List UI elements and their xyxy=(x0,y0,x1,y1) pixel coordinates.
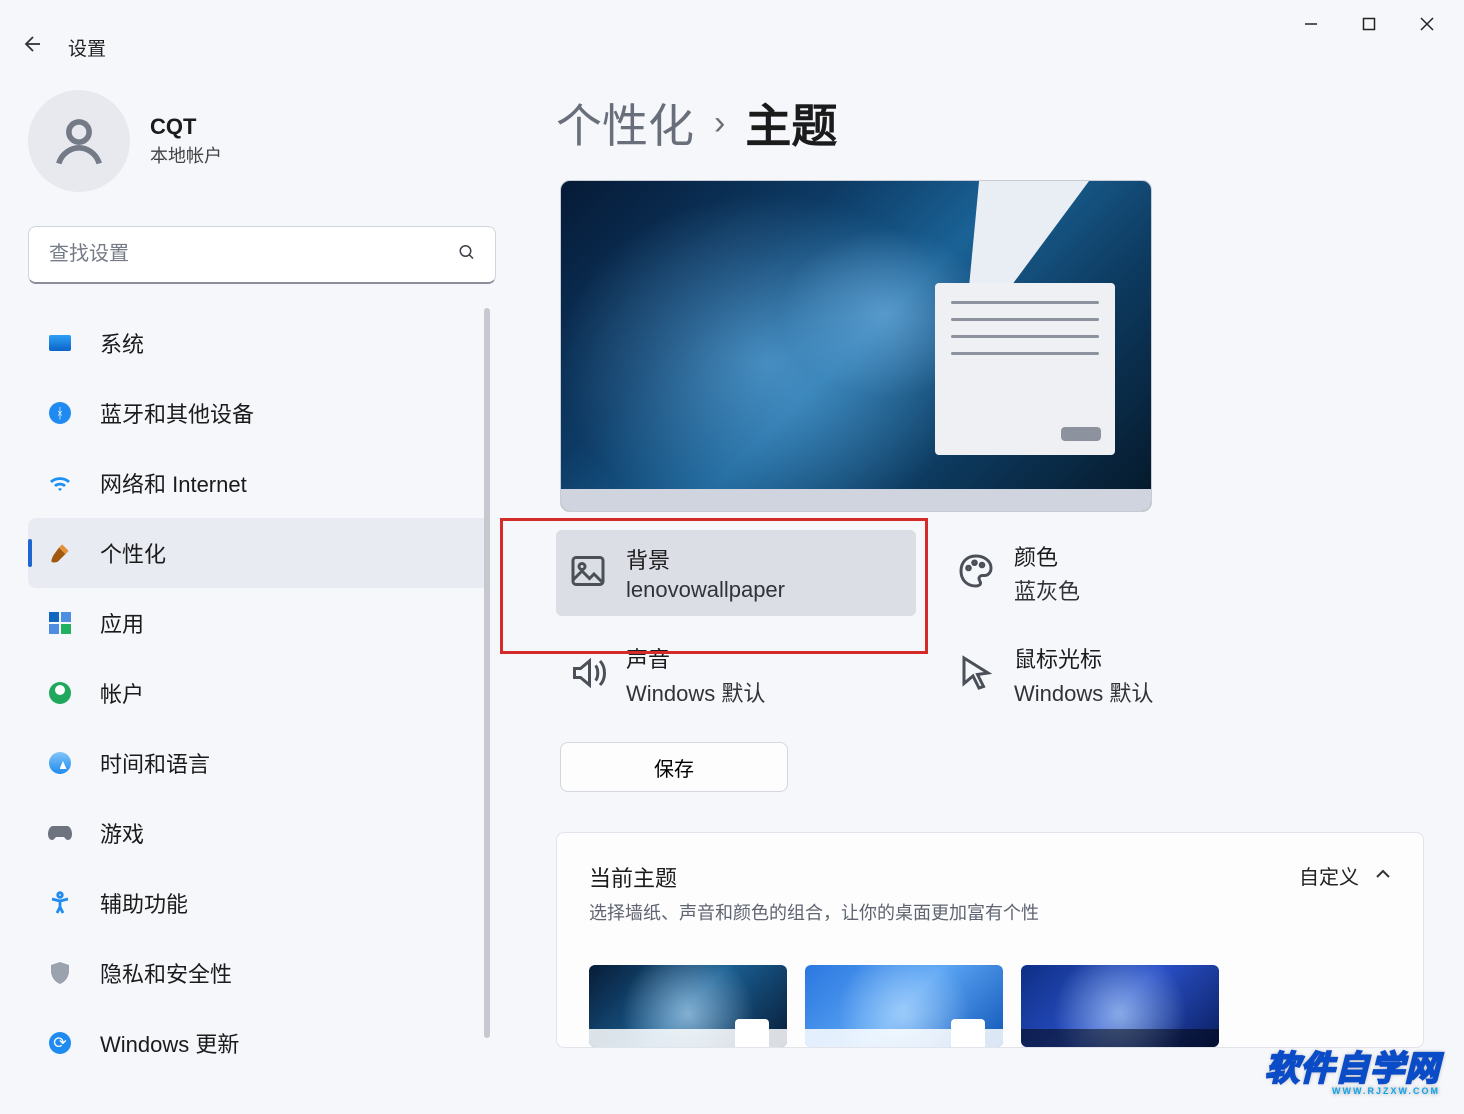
account-icon xyxy=(49,682,71,704)
apps-icon xyxy=(49,612,71,634)
header: 设置 xyxy=(0,30,1464,64)
nav-network[interactable]: 网络和 Internet xyxy=(28,448,490,518)
sidebar: CQT 本地帐户 系统 ᚼ蓝牙和其他设备 网络和 Internet 个性化 应用… xyxy=(0,90,520,1068)
theme-thumb-3[interactable] xyxy=(1021,965,1219,1047)
sync-icon: ⟳ xyxy=(49,1032,71,1054)
theme-thumb-1[interactable] xyxy=(589,965,787,1047)
chevron-up-icon xyxy=(1375,867,1391,885)
app-title: 设置 xyxy=(68,34,106,61)
preview-window-mock xyxy=(935,283,1115,455)
current-theme-card: 当前主题 选择墙纸、声音和颜色的组合，让你的桌面更加富有个性 自定义 xyxy=(556,832,1424,1048)
nav-personalization[interactable]: 个性化 xyxy=(28,518,490,588)
palette-icon xyxy=(958,553,994,594)
accessibility-icon xyxy=(46,889,74,917)
theme-option-cursor[interactable]: 鼠标光标 Windows 默认 xyxy=(944,632,1304,718)
breadcrumb-parent[interactable]: 个性化 xyxy=(556,90,694,156)
globe-clock-icon xyxy=(49,752,71,774)
speaker-icon xyxy=(570,655,606,696)
minimize-button[interactable] xyxy=(1282,8,1340,40)
nav-time-language[interactable]: 时间和语言 xyxy=(28,728,490,798)
theme-preview xyxy=(560,180,1152,512)
search-icon xyxy=(458,244,476,267)
tile-title: 鼠标光标 xyxy=(1014,642,1153,674)
theme-thumb-2[interactable] xyxy=(805,965,1003,1047)
tile-value: Windows 默认 xyxy=(626,676,765,708)
account-type: 本地帐户 xyxy=(150,142,222,168)
theme-option-sound[interactable]: 声音 Windows 默认 xyxy=(556,632,916,718)
account-block[interactable]: CQT 本地帐户 xyxy=(28,90,496,192)
theme-thumbnails xyxy=(589,965,1391,1047)
nav-gaming[interactable]: 游戏 xyxy=(28,798,490,868)
save-button[interactable]: 保存 xyxy=(560,742,788,792)
theme-option-color[interactable]: 颜色 蓝灰色 xyxy=(944,530,1304,616)
maximize-button[interactable] xyxy=(1340,8,1398,40)
brush-icon xyxy=(46,539,74,567)
tile-title: 背景 xyxy=(626,543,785,575)
tile-title: 声音 xyxy=(626,642,765,674)
avatar xyxy=(28,90,130,192)
nav-list: 系统 ᚼ蓝牙和其他设备 网络和 Internet 个性化 应用 帐户 时间和语言… xyxy=(28,308,490,1068)
shield-icon xyxy=(46,959,74,987)
tile-value: lenovowallpaper xyxy=(626,577,785,603)
breadcrumb: 个性化 › 主题 xyxy=(556,90,1424,156)
picture-icon xyxy=(570,553,606,594)
nav-apps[interactable]: 应用 xyxy=(28,588,490,658)
card-title: 当前主题 xyxy=(589,861,1039,893)
tile-value: Windows 默认 xyxy=(1014,676,1153,708)
nav-bluetooth[interactable]: ᚼ蓝牙和其他设备 xyxy=(28,378,490,448)
gamepad-icon xyxy=(46,819,74,847)
tile-title: 颜色 xyxy=(1014,540,1080,572)
theme-option-background[interactable]: 背景 lenovowallpaper xyxy=(556,530,916,616)
main-content: 个性化 › 主题 背景 lenovowallpaper xyxy=(520,90,1464,1068)
back-button[interactable] xyxy=(22,32,46,62)
display-icon xyxy=(49,335,71,351)
close-button[interactable] xyxy=(1398,8,1456,40)
scrollbar-thumb[interactable] xyxy=(484,308,490,1038)
bluetooth-icon: ᚼ xyxy=(49,402,71,424)
page-title: 主题 xyxy=(745,90,837,156)
chevron-right-icon: › xyxy=(714,104,725,143)
account-name: CQT xyxy=(150,114,222,140)
watermark: 软件自学网 WWW.RJZXW.COM xyxy=(1265,1041,1440,1096)
wifi-icon xyxy=(46,469,74,497)
card-desc: 选择墙纸、声音和颜色的组合，让你的桌面更加富有个性 xyxy=(589,899,1039,925)
cursor-icon xyxy=(958,655,994,696)
nav-accessibility[interactable]: 辅助功能 xyxy=(28,868,490,938)
search-input[interactable] xyxy=(28,226,496,284)
customize-expand[interactable]: 自定义 xyxy=(1299,861,1391,890)
tile-value: 蓝灰色 xyxy=(1014,574,1080,606)
nav-privacy[interactable]: 隐私和安全性 xyxy=(28,938,490,1008)
nav-system[interactable]: 系统 xyxy=(28,308,490,378)
action-label: 自定义 xyxy=(1299,861,1359,890)
nav-accounts[interactable]: 帐户 xyxy=(28,658,490,728)
nav-windows-update[interactable]: ⟳Windows 更新 xyxy=(28,1008,490,1068)
